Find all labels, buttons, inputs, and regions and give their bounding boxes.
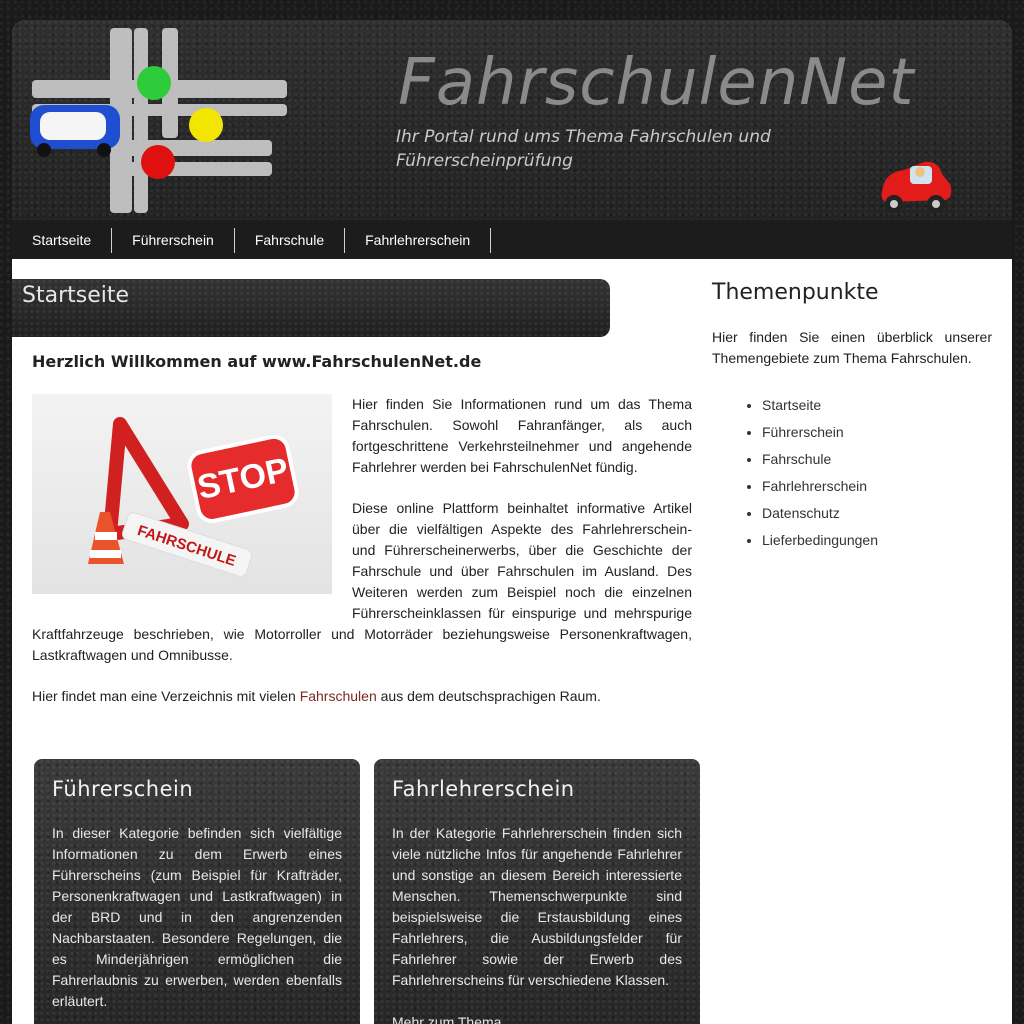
traffic-logo-icon (30, 28, 287, 213)
site-header: FahrschulenNet Ihr Portal rund ums Thema… (12, 20, 1012, 220)
box-fahrlehrerschein: Fahrlehrerschein In der Kategorie Fahrle… (374, 759, 700, 1024)
nav-item-fahrschule[interactable]: Fahrschule (235, 228, 346, 253)
sidebar-item-lieferbedingungen[interactable]: Lieferbedingungen (762, 527, 1012, 554)
sidebar-item-startseite[interactable]: Startseite (762, 392, 1012, 419)
sidebar-item-fuehrerschein[interactable]: Führerschein (762, 419, 1012, 446)
main-navigation: Startseite Führerschein Fahrschule Fahrl… (12, 220, 1012, 259)
sidebar-title: Themenpunkte (712, 280, 879, 305)
page-title: Startseite (22, 283, 130, 308)
stop-sign-icon: STOP FAHRSCHULE (88, 417, 299, 577)
nav-item-startseite[interactable]: Startseite (12, 228, 113, 253)
box-text: In dieser Kategorie befinden sich vielfä… (52, 825, 342, 1009)
sidebar-item-datenschutz[interactable]: Datenschutz (762, 500, 1012, 527)
hero-image: STOP FAHRSCHULE (32, 394, 332, 594)
more-link[interactable]: Mehr zum Thema (392, 1012, 682, 1024)
sidebar-intro: Hier finden Sie einen überblick unserer … (712, 329, 992, 366)
welcome-heading: Herzlich Willkommen auf www.FahrschulenN… (32, 352, 482, 371)
article-paragraph-3: Hier findet man eine Verzeichnis mit vie… (32, 688, 601, 704)
page-wrapper: FahrschulenNet Ihr Portal rund ums Thema… (12, 20, 1012, 1024)
box-title: Fahrlehrerschein (392, 777, 575, 801)
site-title: FahrschulenNet (398, 46, 915, 120)
sidebar-item-fahrlehrerschein[interactable]: Fahrlehrerschein (762, 473, 1012, 500)
nav-item-fahrlehrerschein[interactable]: Fahrlehrerschein (345, 228, 492, 253)
nav-item-fuehrerschein[interactable]: Führerschein (112, 228, 235, 253)
box-text: In der Kategorie Fahrlehrerschein finden… (392, 823, 682, 1024)
box-fuehrerschein: Führerschein In dieser Kategorie befinde… (34, 759, 360, 1024)
article-body: STOP FAHRSCHULE Hier finden Sie Informat… (32, 394, 692, 727)
fahrschulen-link[interactable]: Fahrschulen (300, 688, 377, 704)
box-title: Führerschein (52, 777, 194, 801)
red-car-icon (881, 161, 952, 213)
site-tagline: Ihr Portal rund ums Thema Fahrschulen un… (396, 127, 771, 171)
sidebar-list: Startseite Führerschein Fahrschule Fahrl… (712, 392, 1012, 554)
page-title-bar: Startseite (12, 279, 610, 337)
sidebar-item-fahrschule[interactable]: Fahrschule (762, 446, 1012, 473)
